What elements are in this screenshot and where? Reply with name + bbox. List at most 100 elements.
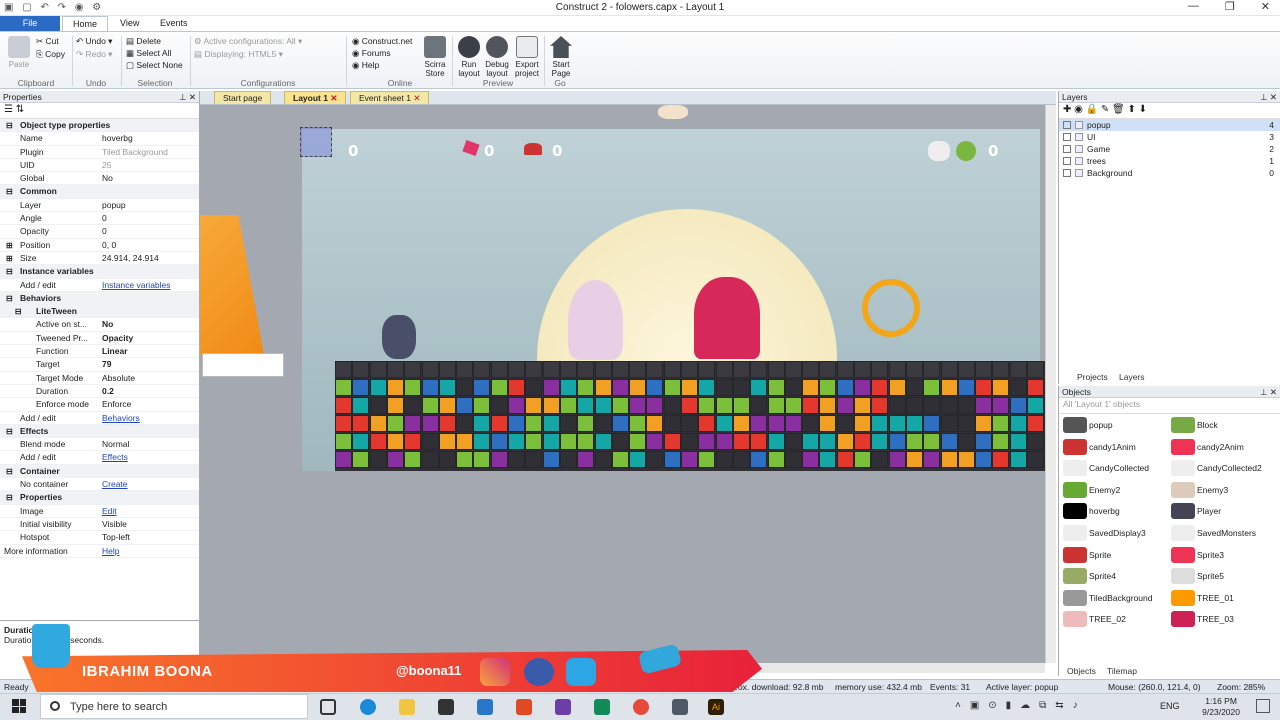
- property-value[interactable]: 25: [102, 159, 111, 172]
- tab-home[interactable]: Home: [62, 16, 109, 31]
- property-row[interactable]: Active on st... No: [0, 318, 199, 332]
- property-row[interactable]: Opacity 0: [0, 225, 199, 239]
- close-icon[interactable]: ⊥ ✕: [1260, 387, 1277, 398]
- property-category[interactable]: ⊟ Common: [0, 185, 199, 199]
- tab-projects[interactable]: Projects: [1077, 372, 1108, 382]
- edge-icon[interactable]: [360, 699, 376, 715]
- property-row[interactable]: No container Create: [0, 478, 199, 492]
- construct-net-link[interactable]: ◉ Construct.net: [352, 36, 412, 47]
- select-none-button[interactable]: ▢ Select None: [126, 60, 183, 71]
- maximize-icon[interactable]: ❐: [1225, 0, 1235, 13]
- vertical-scrollbar[interactable]: [1045, 105, 1056, 663]
- cut-button[interactable]: ✂ Cut: [36, 36, 59, 47]
- popup-box[interactable]: [202, 353, 284, 377]
- object-item[interactable]: candy1Anim: [1061, 438, 1169, 456]
- property-value[interactable]: Linear: [102, 345, 128, 358]
- paste-button[interactable]: Paste: [4, 36, 34, 69]
- copy-button[interactable]: ⎘ Copy: [36, 49, 65, 60]
- mail-icon[interactable]: [477, 699, 493, 715]
- layer-item[interactable]: Game 2: [1059, 143, 1280, 155]
- pin-icon[interactable]: ⊥ ✕: [1260, 92, 1277, 103]
- tree-02-sprite[interactable]: [568, 280, 623, 360]
- debug-layout-button[interactable]: Debug layout: [482, 36, 512, 78]
- chrome-icon[interactable]: [633, 699, 649, 715]
- expand-icon[interactable]: ⊞: [6, 252, 13, 265]
- property-value[interactable]: Create: [102, 478, 128, 491]
- taskbar-search[interactable]: Type here to search: [40, 694, 308, 719]
- object-item[interactable]: TiledBackground: [1061, 589, 1169, 607]
- tab-event-sheet-1[interactable]: Event sheet 1 ✕: [350, 91, 430, 104]
- collapse-icon[interactable]: ⊟: [6, 491, 13, 504]
- redo-button[interactable]: ↷ Redo ▾: [76, 49, 112, 60]
- object-item[interactable]: SavedDisplay3: [1061, 524, 1169, 542]
- property-value[interactable]: Tiled Background: [102, 146, 168, 159]
- property-row[interactable]: Angle 0: [0, 212, 199, 226]
- property-category[interactable]: ⊟ Object type properties: [0, 119, 199, 133]
- property-row[interactable]: Function Linear: [0, 345, 199, 359]
- object-item[interactable]: Sprite4: [1061, 567, 1169, 585]
- property-value[interactable]: 0.2: [102, 385, 114, 398]
- object-item[interactable]: hoverbg: [1061, 502, 1169, 520]
- property-row[interactable]: Name hoverbg: [0, 132, 199, 146]
- property-row[interactable]: Tweened Pr... Opacity: [0, 332, 199, 346]
- object-item[interactable]: Sprite3: [1169, 546, 1277, 564]
- run-layout-button[interactable]: Run layout: [454, 36, 484, 78]
- layer-item[interactable]: popup 4: [1059, 119, 1280, 131]
- forums-link[interactable]: ◉ Forums: [352, 48, 391, 59]
- taskbar-clock[interactable]: 1:16 PM 9/23/2020: [1202, 696, 1240, 718]
- close-icon[interactable]: ✕: [413, 93, 420, 103]
- layer-list[interactable]: popup 4 UI 3 Game 2 trees 1 Background 0: [1059, 119, 1280, 179]
- scirra-store-button[interactable]: Scirra Store: [420, 36, 450, 78]
- properties-toolbar[interactable]: ☰ ⇅: [0, 103, 199, 119]
- layer-item[interactable]: UI 3: [1059, 131, 1280, 143]
- help-link[interactable]: ◉ Help: [352, 60, 379, 71]
- property-category[interactable]: ⊟ LiteTween: [0, 305, 199, 319]
- layout-canvas[interactable]: 0 0 0 0: [200, 105, 1045, 663]
- objects-filter[interactable]: All 'Layout 1' objects: [1059, 398, 1280, 414]
- property-row[interactable]: Initial visibility Visible: [0, 518, 199, 532]
- displaying-select[interactable]: ▤ Displaying: HTML5 ▾: [194, 49, 283, 60]
- collapse-icon[interactable]: ⊟: [6, 465, 13, 478]
- property-value[interactable]: No: [102, 318, 113, 331]
- property-category[interactable]: ⊟ Properties: [0, 491, 199, 505]
- object-item[interactable]: candy2Anim: [1169, 438, 1277, 456]
- property-value[interactable]: Effects: [102, 451, 128, 464]
- minimize-icon[interactable]: —: [1188, 0, 1199, 13]
- tab-tilemap[interactable]: Tilemap: [1107, 666, 1137, 676]
- property-row[interactable]: UID 25: [0, 159, 199, 173]
- object-item[interactable]: Sprite: [1061, 546, 1169, 564]
- layers-toolbar[interactable]: ✚ ◉ 🔒 ✎ 🗑 ⬆ ⬇: [1059, 103, 1280, 119]
- property-value[interactable]: 0, 0: [102, 239, 116, 252]
- property-row[interactable]: Add / edit Behaviors: [0, 412, 199, 425]
- property-value[interactable]: Absolute: [102, 372, 135, 385]
- file-explorer-icon[interactable]: [399, 699, 415, 715]
- tab-start-page[interactable]: Start page: [214, 91, 272, 104]
- property-row[interactable]: Add / edit Effects: [0, 451, 199, 465]
- object-item[interactable]: Block: [1169, 416, 1277, 434]
- tab-layout-1[interactable]: Layout 1 ✕: [284, 91, 347, 104]
- collapse-icon[interactable]: ⊟: [6, 292, 13, 305]
- object-item[interactable]: Player: [1169, 502, 1277, 520]
- object-item[interactable]: Enemy3: [1169, 481, 1277, 499]
- start-page-button[interactable]: Start Page: [546, 36, 576, 78]
- tab-layers[interactable]: Layers: [1119, 372, 1145, 382]
- delete-button[interactable]: ▤ Delete: [126, 36, 161, 47]
- property-value[interactable]: Normal: [102, 438, 129, 451]
- collapse-icon[interactable]: ⊟: [6, 305, 22, 318]
- window-controls[interactable]: — ❐ ✕: [1188, 0, 1270, 13]
- property-row[interactable]: ⊞ Position 0, 0: [0, 239, 199, 252]
- tab-events[interactable]: Events: [150, 16, 198, 31]
- property-row[interactable]: Target 79: [0, 358, 199, 372]
- property-row[interactable]: Global No: [0, 172, 199, 186]
- property-row[interactable]: Enforce mode Enforce: [0, 398, 199, 412]
- store-icon[interactable]: [438, 699, 454, 715]
- property-row[interactable]: Hotspot Top-left: [0, 531, 199, 545]
- undo-button[interactable]: ↶ Undo ▾: [76, 36, 112, 47]
- property-row[interactable]: ⊞ Size 24.914, 24.914: [0, 252, 199, 266]
- object-item[interactable]: TREE_01: [1169, 589, 1277, 607]
- layer-visible-checkbox[interactable]: [1063, 121, 1071, 129]
- collapse-icon[interactable]: ⊟: [6, 265, 13, 278]
- construct-icon[interactable]: [672, 699, 688, 715]
- property-value[interactable]: Behaviors: [102, 412, 140, 425]
- property-category[interactable]: ⊟ Behaviors: [0, 291, 199, 306]
